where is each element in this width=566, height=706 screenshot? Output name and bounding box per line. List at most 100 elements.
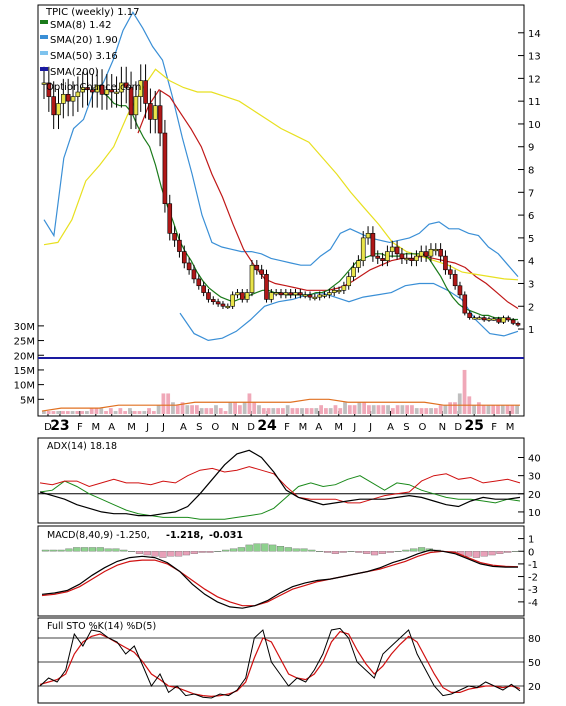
volume-bar [324, 408, 328, 414]
candle-body [240, 292, 245, 300]
chart-title: TPIC (weekly) 1.17 [45, 7, 139, 18]
candle-body [331, 290, 337, 293]
macd-histogram-bar [308, 549, 316, 552]
volume-bar [190, 405, 194, 414]
volume-bar [304, 408, 309, 414]
candle-body [506, 317, 511, 321]
x-tick-label: F [284, 422, 290, 433]
candle-body [283, 292, 289, 296]
candle-body [462, 294, 468, 314]
candle-body [414, 255, 419, 261]
volume-bar [343, 402, 347, 414]
x-tick-label: N [231, 422, 238, 433]
volume-bar [257, 405, 261, 414]
macd-histogram-bar [386, 551, 394, 553]
macd-histogram-bar [410, 548, 418, 552]
candle-body [472, 317, 477, 320]
macd-histogram-bar [253, 543, 261, 552]
volume-bar [199, 408, 204, 414]
macd-histogram-bar [135, 551, 144, 554]
x-tick-label: M [127, 422, 136, 433]
macd-histogram-bar [316, 551, 324, 552]
volume-bar [61, 411, 65, 414]
x-tick-label: A [387, 422, 394, 433]
volume-tick-label: 15M [14, 366, 35, 377]
volume-bar [438, 405, 443, 414]
candle-body [389, 246, 395, 252]
volume-bar [362, 402, 367, 414]
x-tick-label: J [161, 422, 165, 433]
candle-body [356, 260, 361, 268]
volume-bar [237, 405, 242, 414]
legend-sma8: SMA(8) 1.42 [50, 20, 111, 31]
volume-bar [261, 408, 266, 414]
x-tick-label: A [315, 422, 322, 433]
volume-bar [453, 402, 457, 414]
candle-body [162, 132, 168, 205]
volume-bar [295, 408, 300, 414]
volume-bar [194, 405, 199, 414]
volume-bar [75, 411, 80, 414]
volume-bar [505, 405, 510, 414]
volume-bar [118, 408, 123, 414]
volume-bar [333, 405, 338, 414]
volume-bar [410, 405, 414, 414]
sto-label: Full STO %K(14) %D(5) [47, 621, 156, 632]
candle-body [375, 255, 381, 259]
volume-bar [266, 408, 271, 414]
legend-sma50: SMA(50) 3.16 [50, 51, 118, 62]
volume-bar [457, 393, 462, 414]
x-tick-label: J [145, 422, 149, 433]
volume-bar [472, 405, 476, 414]
volume-bar [352, 405, 357, 414]
volume-bar [367, 405, 371, 414]
candle-body [157, 105, 163, 134]
candle-body [152, 105, 158, 120]
volume-bar [233, 402, 237, 414]
volume-bar [381, 405, 386, 414]
volume-tick-label: 10M [14, 381, 35, 392]
legend-swatch-sma200 [40, 67, 48, 71]
candle-body [172, 233, 177, 241]
price-tick-label: 4 [528, 257, 534, 268]
candle-body [244, 292, 250, 300]
candle-body [341, 285, 347, 291]
volume-bar [276, 408, 280, 414]
macd-histogram-bar [214, 551, 222, 552]
macd-histogram-bar [104, 548, 112, 552]
candle-body [65, 94, 71, 102]
volume-bar [281, 408, 285, 414]
volume-bar [85, 411, 89, 414]
chart-canvas: 1234567891011121314D23 F M A M J J A S O N D 24 F M A M J… [14, 4, 541, 704]
watermark: OptionChance.com [46, 82, 141, 93]
candle-body [302, 294, 308, 297]
candle-body [351, 267, 356, 277]
macd-histogram-bar [292, 548, 300, 552]
macd-histogram-bar [159, 551, 167, 558]
candle-body [148, 103, 153, 120]
macd-histogram-bar [49, 549, 57, 552]
candle-body [428, 248, 434, 257]
x-tick-label: F [77, 422, 83, 433]
macd-histogram-bar [480, 551, 488, 557]
volume-tick-label: 25M [14, 337, 35, 348]
adx-tick-label: 10 [528, 508, 541, 519]
adx-tick-label: 40 [528, 454, 541, 465]
candle-body [177, 239, 182, 252]
x-tick-label: M [299, 422, 308, 433]
volume-bar [347, 405, 352, 414]
candle-body [457, 285, 463, 296]
macd-histogram-bar [182, 551, 191, 556]
macd-histogram-bar [112, 548, 120, 552]
price-tick-label: 1 [528, 325, 534, 336]
price-tick-label: 9 [528, 143, 534, 154]
candle-body [423, 251, 429, 257]
volume-bar [510, 405, 515, 414]
candle-body [259, 269, 264, 275]
candle-body [443, 255, 448, 271]
macd-histogram-bar [151, 551, 159, 557]
x-tick-label: M [506, 422, 515, 433]
volume-bar [500, 405, 505, 414]
candle-body [433, 248, 439, 252]
candle-body [225, 305, 231, 309]
